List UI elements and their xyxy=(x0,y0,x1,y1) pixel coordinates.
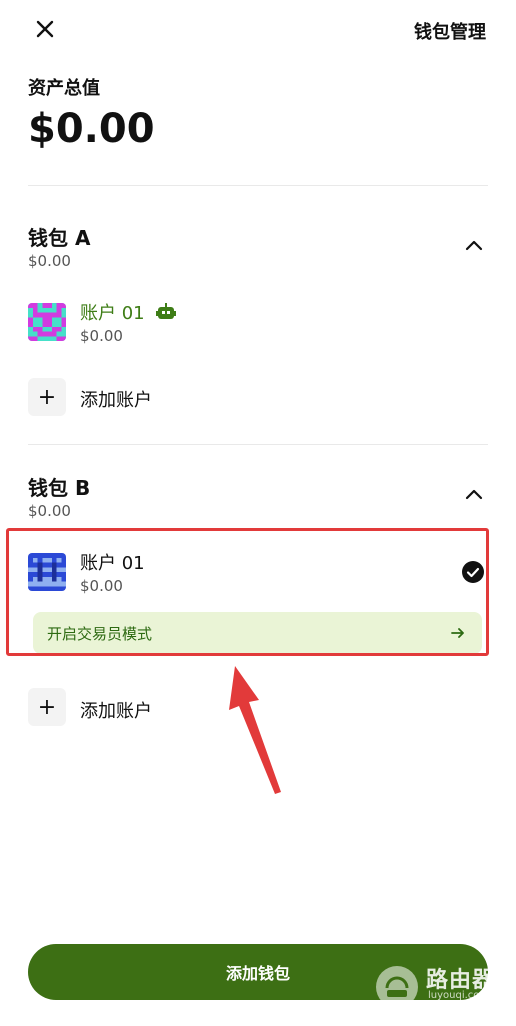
chevron-up-icon xyxy=(465,240,483,251)
wallet-manage-link[interactable]: 钱包管理 xyxy=(414,18,486,44)
wallet-b-collapse-button[interactable] xyxy=(462,483,486,507)
watermark: 路由器 luyouqi.com xyxy=(376,962,506,1008)
total-assets-value: $0.00 xyxy=(28,106,155,152)
divider xyxy=(28,444,488,445)
plus-icon: + xyxy=(37,384,57,410)
pixel-avatar-icon xyxy=(28,303,66,341)
wallet-b-name: 钱包 B xyxy=(28,476,91,500)
account-a-name-label: 账户 01 xyxy=(80,303,145,324)
close-icon xyxy=(36,20,54,38)
watermark-subtitle: luyouqi.com xyxy=(428,990,490,1001)
wallet-a-balance: $0.00 xyxy=(28,252,71,270)
close-button[interactable] xyxy=(30,14,60,44)
highlight-annotation-box xyxy=(6,528,489,656)
wallet-a-collapse-button[interactable] xyxy=(462,234,486,258)
wallet-a-name: 钱包 A xyxy=(28,226,91,250)
robot-icon xyxy=(156,303,177,319)
add-account-b-button[interactable]: + xyxy=(28,688,66,726)
add-account-b-label[interactable]: 添加账户 xyxy=(80,697,152,723)
watermark-logo-icon xyxy=(376,966,418,1008)
account-a-name[interactable]: 账户 01 xyxy=(80,299,177,325)
plus-icon: + xyxy=(37,694,57,720)
add-account-a-label[interactable]: 添加账户 xyxy=(80,386,152,412)
annotation-arrow-icon xyxy=(229,666,281,794)
account-a-balance: $0.00 xyxy=(80,327,123,345)
total-assets-label: 资产总值 xyxy=(28,78,100,99)
account-avatar-a xyxy=(28,303,66,341)
chevron-up-icon xyxy=(465,489,483,500)
divider xyxy=(28,185,488,186)
add-wallet-label: 添加钱包 xyxy=(225,964,290,983)
add-account-a-button[interactable]: + xyxy=(28,378,66,416)
wallet-b-balance: $0.00 xyxy=(28,502,71,520)
